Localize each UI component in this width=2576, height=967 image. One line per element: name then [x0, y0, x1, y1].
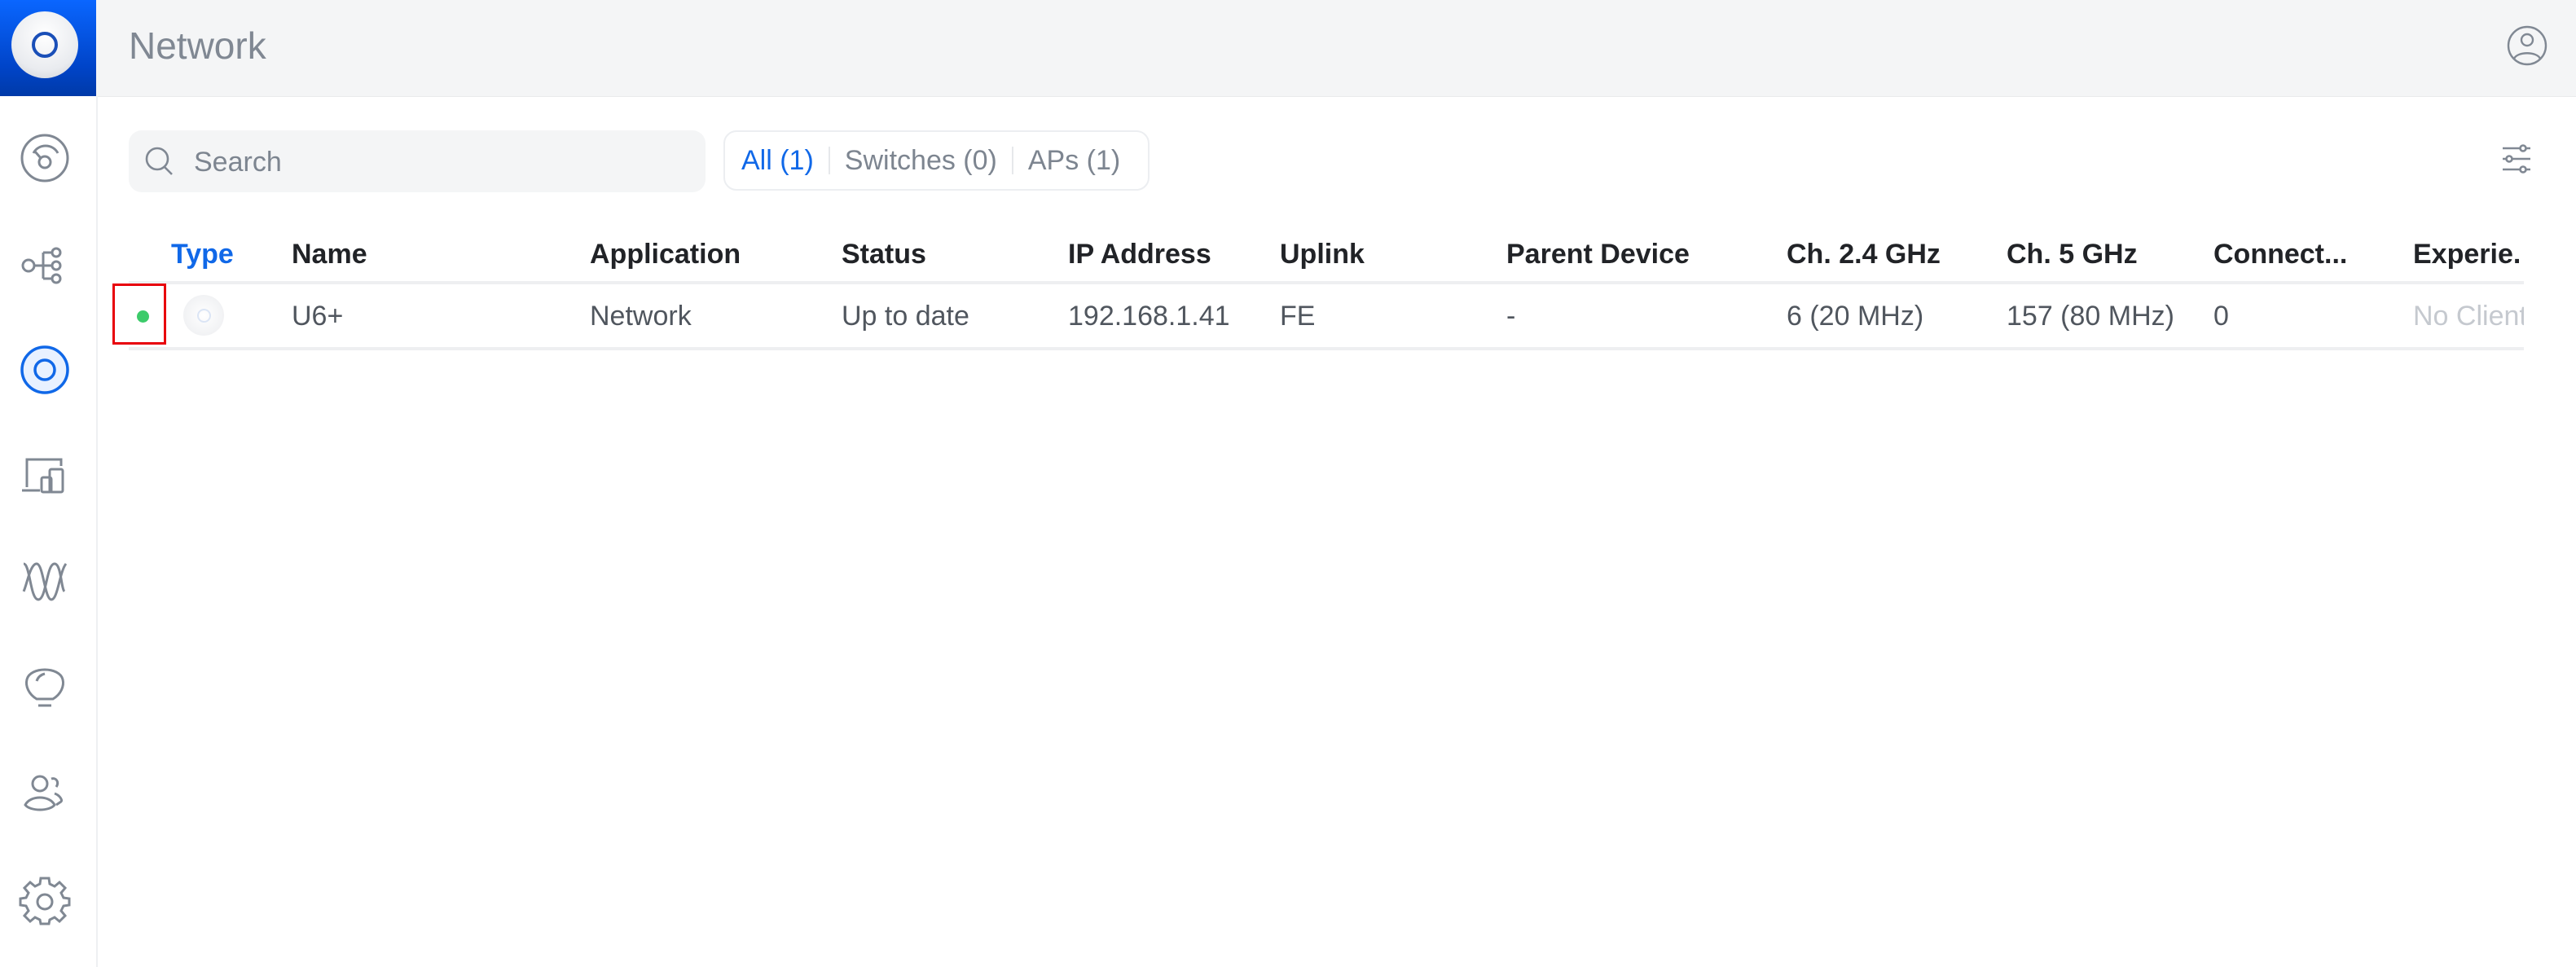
- waveform-icon: [22, 562, 68, 601]
- search-icon: [145, 147, 173, 175]
- access-point-icon: [183, 295, 224, 336]
- filter-divider: [1011, 147, 1013, 174]
- sidebar-item-settings[interactable]: [15, 870, 74, 929]
- column-header-name[interactable]: Name: [292, 236, 367, 272]
- column-header-ch-24ghz[interactable]: Ch. 2.4 GHz: [1787, 236, 1941, 272]
- column-header-ip-address[interactable]: IP Address: [1068, 236, 1211, 272]
- device-type-filter: All (1) Switches (0) APs (1): [723, 130, 1150, 191]
- cell-parent-device: -: [1506, 301, 1516, 332]
- filter-tab-switches[interactable]: Switches (0): [845, 145, 997, 177]
- top-header: Network: [0, 0, 2576, 97]
- topology-icon: [21, 247, 62, 284]
- client-devices-icon: [22, 458, 64, 494]
- cell-application: Network: [590, 301, 692, 332]
- column-header-ch-5ghz[interactable]: Ch. 5 GHz: [2007, 236, 2138, 272]
- filter-tab-aps[interactable]: APs (1): [1028, 145, 1120, 177]
- sidebar-item-admins[interactable]: [15, 764, 74, 823]
- users-icon: [24, 775, 63, 811]
- sidebar-item-devices[interactable]: [15, 341, 74, 399]
- highlight-box: [112, 284, 166, 345]
- cell-name: U6+: [292, 301, 344, 332]
- cell-ch-5ghz: 157 (80 MHz): [2007, 301, 2174, 332]
- sidebar-item-clients[interactable]: [15, 446, 74, 505]
- unifi-ap-logo-icon: [11, 11, 78, 78]
- filter-tab-all[interactable]: All (1): [741, 145, 814, 177]
- filter-divider: [828, 147, 830, 174]
- column-header-status[interactable]: Status: [842, 236, 926, 272]
- column-header-connected[interactable]: Connect...: [2213, 236, 2347, 272]
- user-circle-icon[interactable]: [2506, 24, 2548, 67]
- column-header-type[interactable]: Type: [171, 236, 234, 272]
- cell-uplink: FE: [1280, 301, 1316, 332]
- column-header-uplink[interactable]: Uplink: [1280, 236, 1365, 272]
- cell-experience: No Clients: [2413, 301, 2541, 332]
- column-header-application[interactable]: Application: [590, 236, 741, 272]
- sidebar: [0, 96, 98, 967]
- cell-connected: 0: [2213, 301, 2229, 332]
- gear-icon: [19, 877, 71, 925]
- search-field[interactable]: [129, 130, 706, 194]
- gauge-icon: [20, 134, 69, 182]
- sliders-icon[interactable]: [2501, 142, 2535, 178]
- sidebar-item-insights[interactable]: [15, 658, 74, 717]
- app-logo[interactable]: [0, 0, 96, 96]
- sidebar-item-topology[interactable]: [15, 235, 74, 293]
- header-divider: [129, 281, 2524, 284]
- access-point-icon: [20, 345, 69, 394]
- lightbulb-icon: [25, 668, 64, 707]
- page-title: Network: [129, 24, 266, 67]
- cell-status: Up to date: [842, 301, 969, 332]
- sidebar-item-dashboard[interactable]: [15, 129, 74, 187]
- cell-ch-24ghz: 6 (20 MHz): [1787, 301, 1924, 332]
- search-input[interactable]: [192, 130, 684, 194]
- row-divider: [129, 347, 2524, 350]
- column-header-experience[interactable]: Experie.: [2413, 236, 2521, 272]
- sidebar-item-statistics[interactable]: [15, 552, 74, 611]
- cell-ip-address: 192.168.1.41: [1068, 301, 1230, 332]
- column-header-parent-device[interactable]: Parent Device: [1506, 236, 1690, 272]
